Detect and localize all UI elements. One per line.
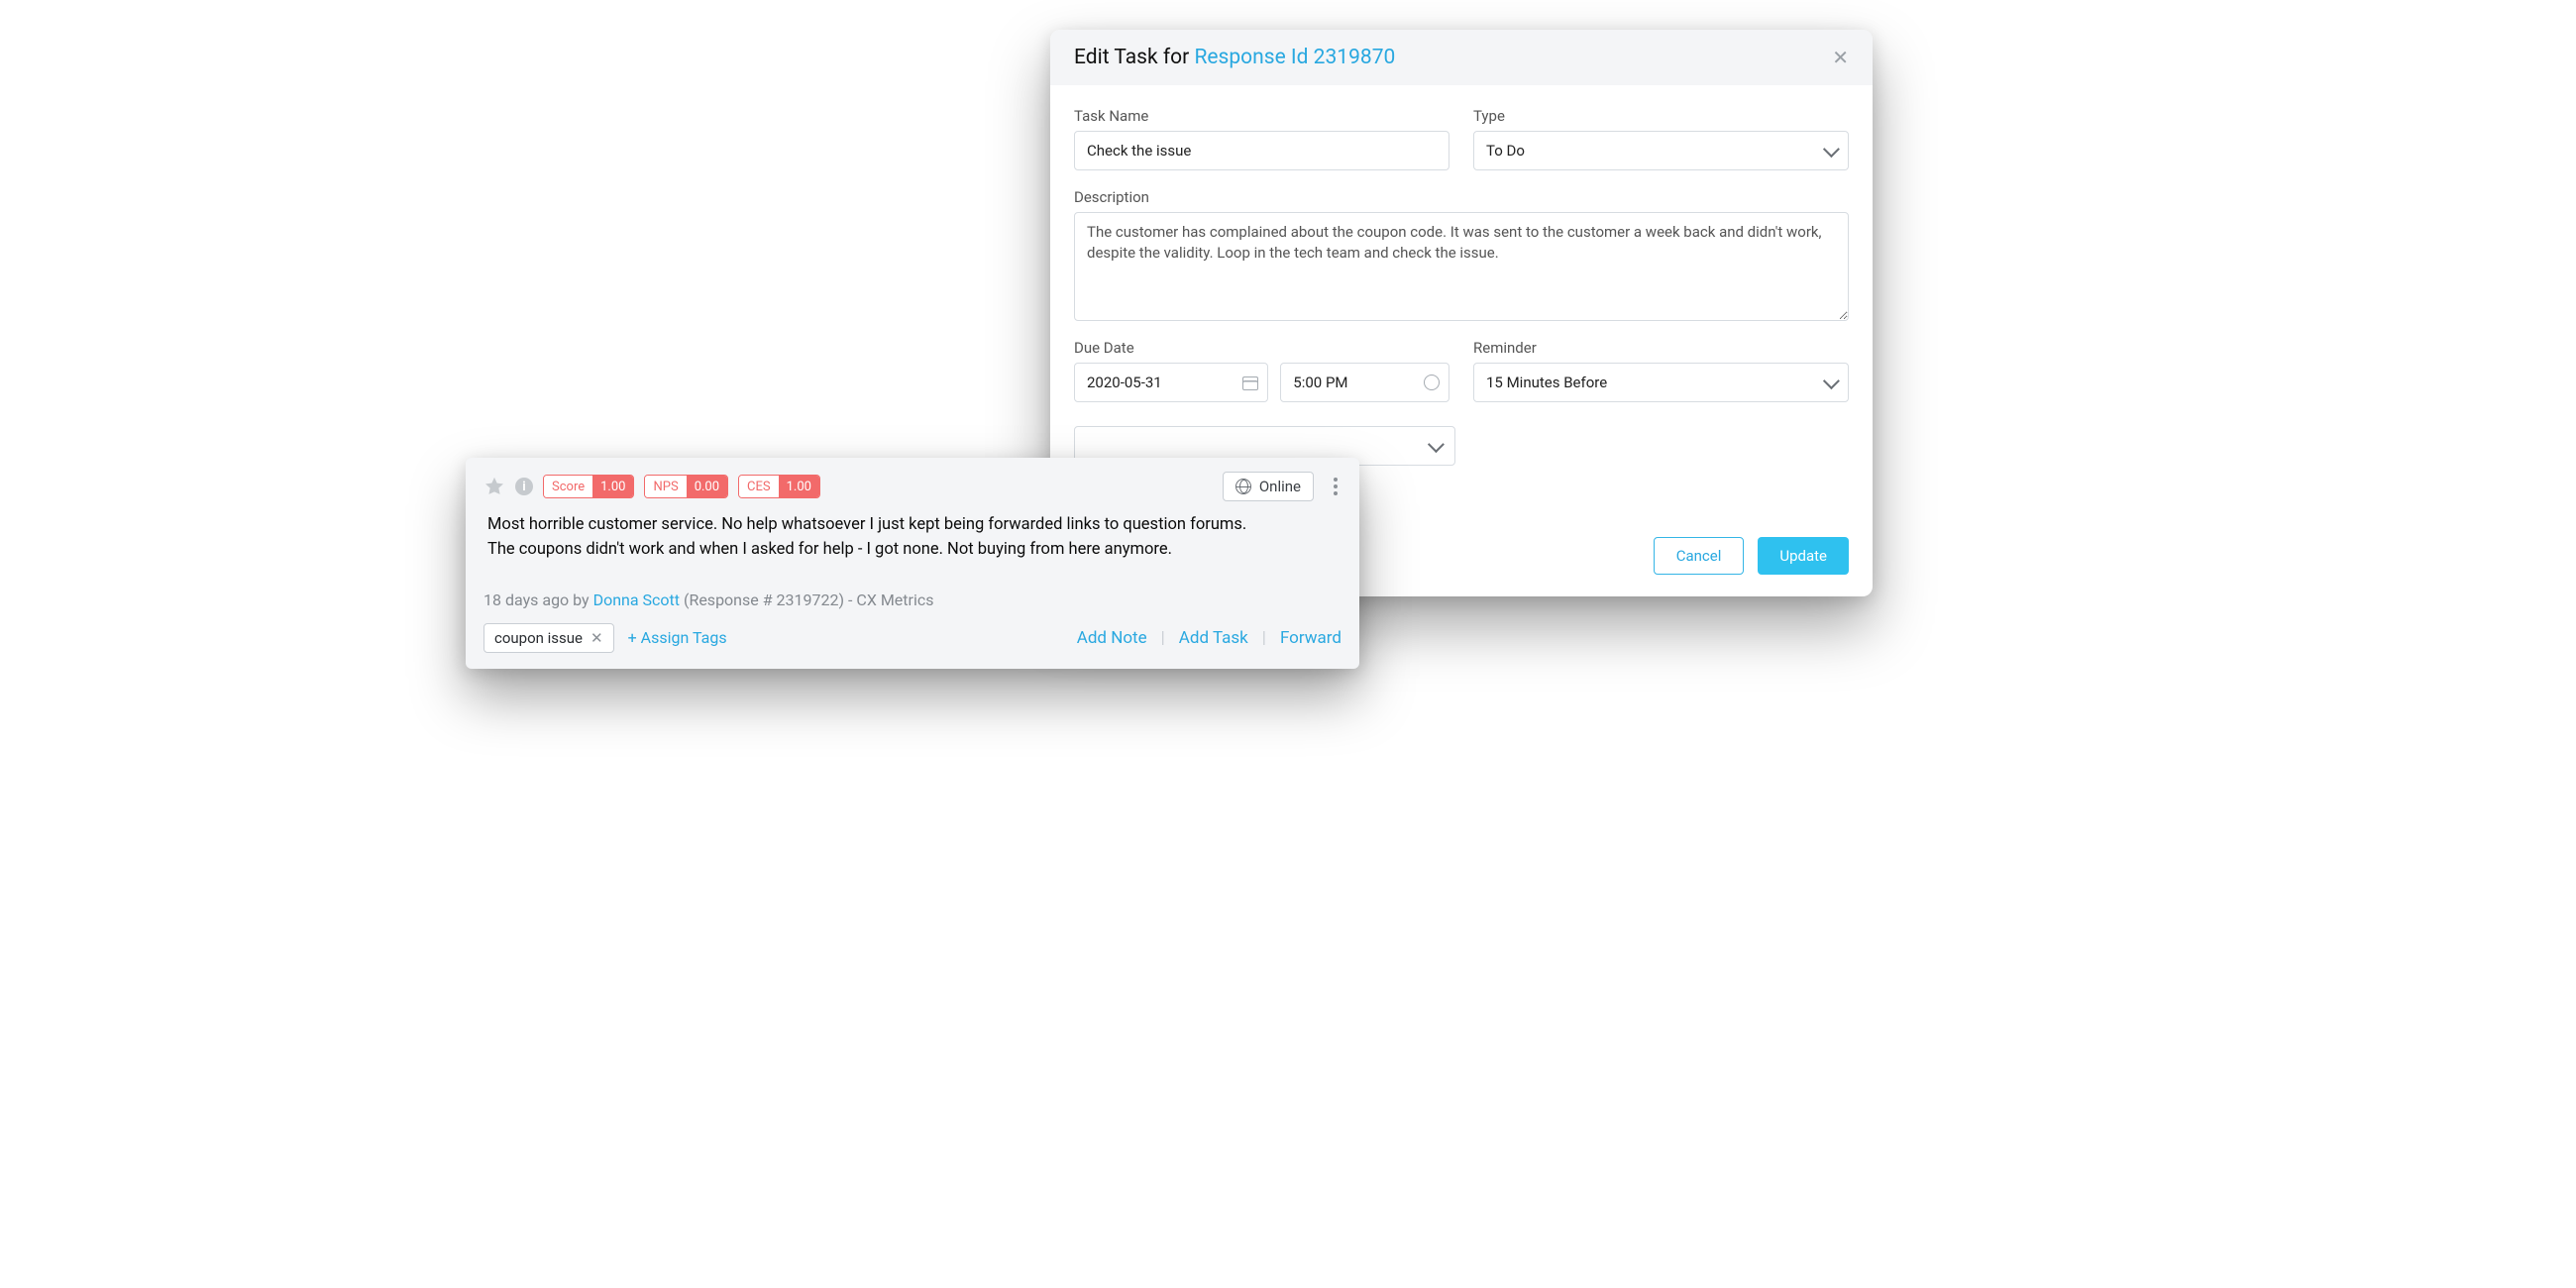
type-label: Type bbox=[1473, 107, 1849, 125]
due-date-label: Due Date bbox=[1074, 339, 1449, 357]
tag-chip[interactable]: coupon issue ✕ bbox=[483, 623, 614, 653]
card-header: i Score 1.00 NPS 0.00 CES 1.00 Online bbox=[483, 472, 1342, 501]
reminder-label: Reminder bbox=[1473, 339, 1849, 357]
reminder-value: 15 Minutes Before bbox=[1486, 374, 1607, 391]
nps-badge-value: 0.00 bbox=[687, 476, 727, 497]
description-label: Description bbox=[1074, 188, 1849, 206]
modal-body: Task Name Type To Do Description Due Da bbox=[1050, 85, 1873, 485]
type-value: To Do bbox=[1486, 142, 1525, 160]
chevron-down-icon bbox=[1428, 436, 1445, 453]
forward-button[interactable]: Forward bbox=[1280, 628, 1342, 648]
score-badge-label: Score bbox=[544, 476, 592, 497]
remove-tag-icon[interactable]: ✕ bbox=[590, 629, 603, 647]
ces-badge-label: CES bbox=[739, 476, 779, 497]
reminder-select[interactable]: 15 Minutes Before bbox=[1473, 363, 1849, 402]
chevron-down-icon bbox=[1823, 141, 1840, 158]
meta-author-link[interactable]: Donna Scott bbox=[593, 590, 680, 609]
meta-prefix: 18 days ago by bbox=[483, 590, 593, 609]
modal-title-prefix: Edit Task for bbox=[1074, 46, 1194, 69]
task-name-label: Task Name bbox=[1074, 107, 1449, 125]
modal-header: Edit Task for Response Id 2319870 ✕ bbox=[1050, 30, 1873, 85]
ces-badge: CES 1.00 bbox=[738, 475, 820, 498]
assign-tags-button[interactable]: + Assign Tags bbox=[628, 628, 727, 647]
clock-icon bbox=[1424, 375, 1440, 390]
chevron-down-icon bbox=[1823, 373, 1840, 389]
response-card: i Score 1.00 NPS 0.00 CES 1.00 Online Mo… bbox=[466, 458, 1359, 669]
star-icon[interactable] bbox=[483, 476, 505, 497]
type-select[interactable]: To Do bbox=[1473, 131, 1849, 170]
globe-icon bbox=[1235, 479, 1251, 494]
score-badge-value: 1.00 bbox=[592, 476, 633, 497]
add-task-button[interactable]: Add Task bbox=[1179, 628, 1248, 648]
modal-title-link[interactable]: Response Id 2319870 bbox=[1194, 46, 1395, 69]
tag-label: coupon issue bbox=[494, 629, 583, 647]
due-date-field: Due Date bbox=[1074, 339, 1449, 402]
message-line-2: The coupons didn't work and when I asked… bbox=[487, 538, 1338, 563]
due-date-input[interactable] bbox=[1074, 363, 1268, 402]
response-meta: 18 days ago by Donna Scott (Response # 2… bbox=[483, 590, 1338, 609]
description-field: Description bbox=[1074, 188, 1849, 321]
reminder-field: Reminder 15 Minutes Before bbox=[1473, 339, 1849, 402]
meta-suffix: (Response # 2319722) - CX Metrics bbox=[680, 590, 933, 609]
type-field: Type To Do bbox=[1473, 107, 1849, 170]
separator: | bbox=[1262, 628, 1266, 648]
task-name-input[interactable] bbox=[1074, 131, 1449, 170]
score-badge: Score 1.00 bbox=[543, 475, 634, 498]
description-input[interactable] bbox=[1074, 212, 1849, 321]
cancel-button[interactable]: Cancel bbox=[1654, 537, 1745, 575]
channel-pill[interactable]: Online bbox=[1223, 472, 1314, 501]
task-name-field: Task Name bbox=[1074, 107, 1449, 170]
add-note-button[interactable]: Add Note bbox=[1077, 628, 1147, 648]
nps-badge: NPS 0.00 bbox=[644, 475, 728, 498]
nps-badge-label: NPS bbox=[645, 476, 686, 497]
update-button[interactable]: Update bbox=[1758, 537, 1849, 575]
calendar-icon bbox=[1242, 375, 1258, 390]
message-line-1: Most horrible customer service. No help … bbox=[487, 513, 1338, 538]
info-icon[interactable]: i bbox=[515, 478, 533, 495]
more-menu-icon[interactable] bbox=[1330, 474, 1342, 499]
separator: | bbox=[1161, 628, 1165, 648]
card-actions: coupon issue ✕ + Assign Tags Add Note | … bbox=[483, 623, 1342, 653]
channel-label: Online bbox=[1259, 478, 1301, 495]
card-actions-right: Add Note | Add Task | Forward bbox=[1077, 628, 1342, 648]
response-message: Most horrible customer service. No help … bbox=[487, 513, 1338, 563]
ces-badge-value: 1.00 bbox=[779, 476, 819, 497]
modal-title: Edit Task for Response Id 2319870 bbox=[1074, 46, 1395, 69]
close-icon[interactable]: ✕ bbox=[1832, 46, 1849, 69]
